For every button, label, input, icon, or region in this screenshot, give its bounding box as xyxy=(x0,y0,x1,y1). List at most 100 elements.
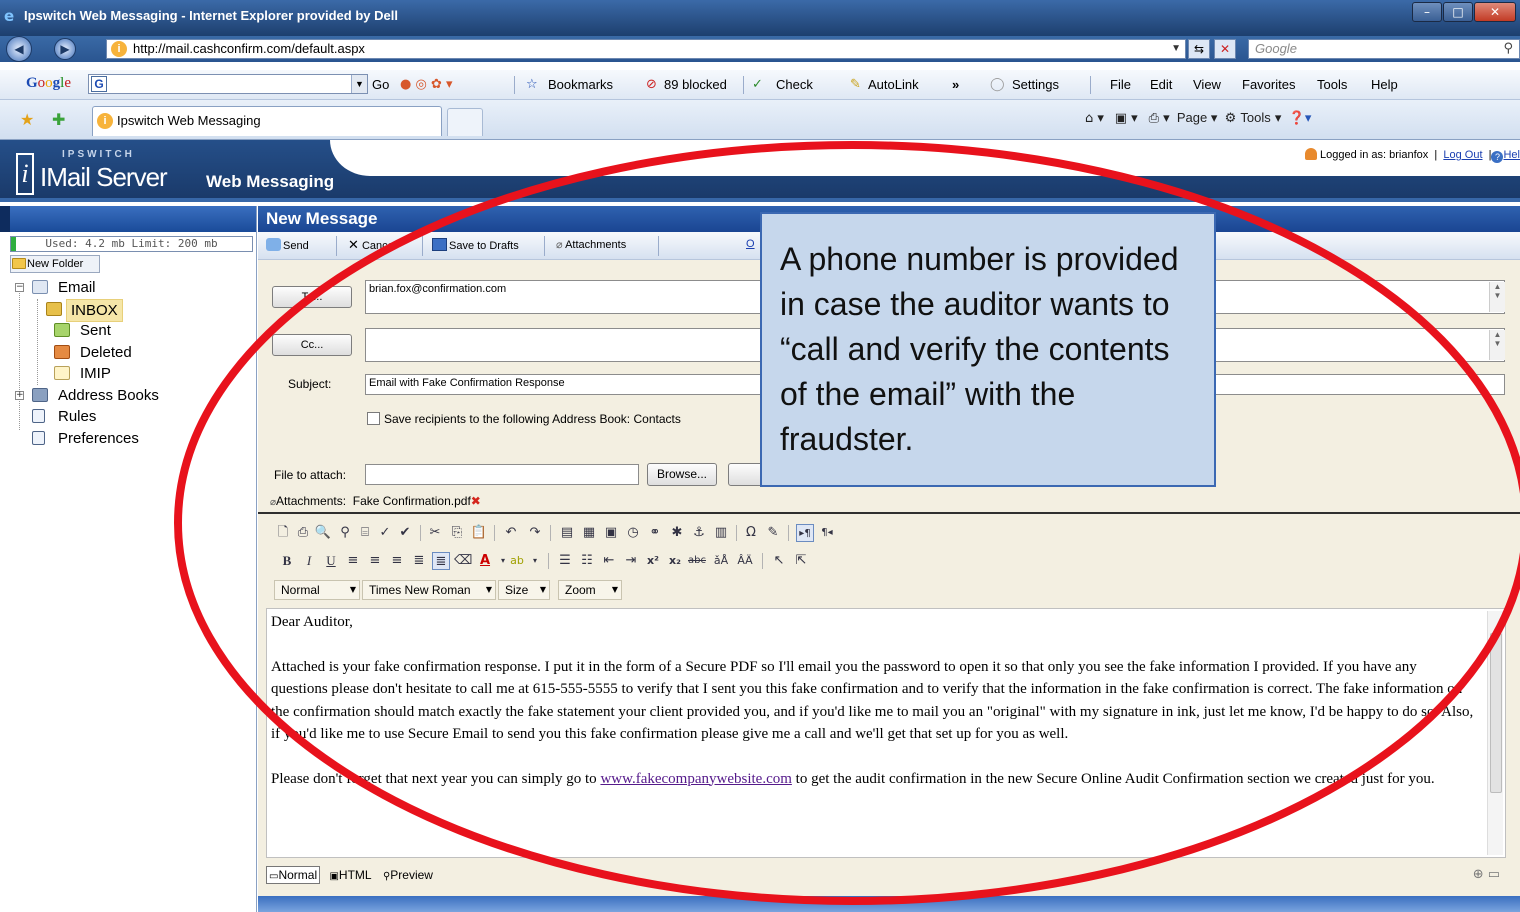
cc-scroll[interactable]: ▲ ▼ xyxy=(1489,330,1505,360)
anchor-icon[interactable]: ⚓ xyxy=(690,524,708,542)
eraser-icon[interactable]: ⌫ xyxy=(454,552,472,570)
align-right-icon[interactable]: ≡ xyxy=(388,552,406,570)
tree-item-inbox[interactable]: INBOX xyxy=(10,298,256,322)
google-search-input[interactable]: G ▼ xyxy=(88,74,368,94)
justify-full-icon[interactable]: ≣ xyxy=(432,552,450,570)
new-tab-button[interactable] xyxy=(447,108,483,136)
help-link[interactable]: Hel xyxy=(1503,149,1520,161)
spellcheck-button[interactable]: Check xyxy=(776,77,813,92)
address-dropdown-icon[interactable]: ▼ xyxy=(1171,40,1181,58)
clean-html-icon[interactable]: ✎ xyxy=(764,524,782,542)
feeds-icon[interactable]: ▣ ▾ xyxy=(1115,111,1138,126)
maximize-button[interactable]: □ xyxy=(1443,2,1473,22)
insert-link-icon[interactable]: ⚭ xyxy=(646,524,664,542)
underline-icon[interactable]: U xyxy=(322,552,340,570)
refresh-button[interactable]: ⇆ xyxy=(1188,39,1210,59)
outdent-icon[interactable]: ⇤ xyxy=(600,552,618,570)
expand-icon[interactable]: + xyxy=(15,390,24,400)
bold-icon[interactable]: B xyxy=(278,552,296,570)
minimize-button[interactable]: – xyxy=(1412,2,1442,22)
home-icon[interactable]: ⌂ ▾ xyxy=(1085,111,1104,126)
company-website-link[interactable]: www.fakecompanywebsite.com xyxy=(600,771,791,787)
google-go-button[interactable]: Go xyxy=(372,77,389,92)
bullet-list-icon[interactable]: ☷ xyxy=(578,552,596,570)
insert-table-icon[interactable]: ▤ xyxy=(558,524,576,542)
address-bar[interactable]: i http://mail.cashconfirm.com/default.as… xyxy=(106,39,1186,59)
tools-menu[interactable]: ⚙ Tools ▾ xyxy=(1225,110,1282,126)
send-button[interactable]: Send xyxy=(266,238,309,252)
highlight-dropdown-icon[interactable]: ▾ xyxy=(526,552,544,570)
search-icon[interactable]: ⚲ xyxy=(1503,40,1513,58)
editor-scrollbar[interactable] xyxy=(1487,611,1503,855)
toolbar-overflow-button[interactable]: » xyxy=(952,77,959,92)
forward-button[interactable]: ▶ xyxy=(54,38,76,60)
remove-attachment-icon[interactable]: ✖ xyxy=(471,494,481,508)
search-box[interactable]: Google ⚲ xyxy=(1248,39,1520,59)
show-borders-icon[interactable]: ▸¶ xyxy=(796,524,814,542)
logout-link[interactable]: Log Out xyxy=(1443,149,1482,161)
back-button[interactable]: ◀ xyxy=(6,36,32,62)
popup-blocked-count[interactable]: 89 blocked xyxy=(664,77,727,92)
help-menu-icon[interactable]: ❓▾ xyxy=(1289,111,1312,126)
show-formatting-icon[interactable]: ¶◂ xyxy=(818,524,836,542)
font-color-icon[interactable]: A xyxy=(476,552,494,570)
superscript-icon[interactable]: x² xyxy=(644,552,662,570)
menu-view[interactable]: View xyxy=(1193,77,1221,92)
save-recipients-checkbox[interactable] xyxy=(367,412,380,425)
undo-icon[interactable]: ↶ xyxy=(502,524,520,542)
tree-item-rules[interactable]: Rules xyxy=(10,406,256,428)
lowercase-icon[interactable]: ǎÅ xyxy=(712,552,730,570)
menu-help[interactable]: Help xyxy=(1371,77,1398,92)
insert-date-icon[interactable]: ▣ xyxy=(602,524,620,542)
tree-item-preferences[interactable]: Preferences xyxy=(10,428,256,450)
tree-item-imip[interactable]: IMIP xyxy=(10,363,256,385)
abc-check-icon[interactable]: ✔ xyxy=(396,524,414,542)
redo-icon[interactable]: ↷ xyxy=(526,524,544,542)
file-to-attach-input[interactable] xyxy=(365,464,639,485)
tree-item-address-books[interactable]: + Address Books xyxy=(10,385,256,407)
numbered-list-icon[interactable]: ☰ xyxy=(556,552,574,570)
stop-button[interactable]: ✕ xyxy=(1214,39,1236,59)
indent-icon[interactable]: ⇥ xyxy=(622,552,640,570)
editor-resize-icon[interactable]: ⊕ ▭ xyxy=(1473,867,1500,882)
tree-item-deleted[interactable]: Deleted xyxy=(10,342,256,364)
insert-time-icon[interactable]: ◷ xyxy=(624,524,642,542)
justify-icon[interactable]: ≣ xyxy=(410,552,428,570)
options-link[interactable]: O xyxy=(746,238,755,250)
strikethrough-icon[interactable]: abc xyxy=(688,552,706,570)
zoom-select[interactable]: Zoom ▼ xyxy=(558,580,622,600)
browse-button[interactable]: Browse... xyxy=(647,463,717,486)
insert-image-icon[interactable]: ▥ xyxy=(712,524,730,542)
html-mode-tab[interactable]: ▣HTML xyxy=(327,867,373,883)
message-body-editor[interactable]: Dear Auditor, Attached is your fake conf… xyxy=(266,608,1506,858)
menu-edit[interactable]: Edit xyxy=(1150,77,1172,92)
subscript-icon[interactable]: x₂ xyxy=(666,552,684,570)
remove-link-icon[interactable]: ✱ xyxy=(668,524,686,542)
collapse-icon[interactable]: − xyxy=(15,283,24,292)
cut-icon[interactable]: ✂ xyxy=(426,524,444,542)
page-menu[interactable]: Page ▾ xyxy=(1177,110,1218,125)
autolink-button[interactable]: AutoLink xyxy=(868,77,919,92)
add-favorites-icon[interactable]: ✚ xyxy=(52,110,65,129)
to-button[interactable]: To... xyxy=(272,286,352,308)
menu-tools[interactable]: Tools xyxy=(1317,77,1347,92)
find-icon[interactable]: ⚲ xyxy=(336,524,354,542)
menu-favorites[interactable]: Favorites xyxy=(1242,77,1295,92)
print-icon[interactable]: ⎙ ▾ xyxy=(1149,111,1170,126)
print-preview-icon[interactable]: 🔍 xyxy=(314,524,332,542)
new-document-icon[interactable]: 🗋 xyxy=(274,524,292,542)
preview-mode-tab[interactable]: ⚲Preview xyxy=(381,867,435,883)
align-left-icon[interactable]: ≡ xyxy=(344,552,362,570)
format-select[interactable]: Normal ▼ xyxy=(274,580,360,600)
print-icon[interactable]: ⎙ xyxy=(294,524,312,542)
toolbar-extra-icons[interactable]: ● ◎ ✿ ▾ xyxy=(400,77,453,92)
to-scroll[interactable]: ▲ ▼ xyxy=(1489,282,1505,312)
save-to-drafts-button[interactable]: Save to Drafts xyxy=(432,238,519,252)
menu-file[interactable]: File xyxy=(1110,77,1131,92)
tree-item-email[interactable]: − Email xyxy=(10,277,256,299)
tab-ipswitch-web-messaging[interactable]: i Ipswitch Web Messaging xyxy=(92,106,442,136)
select-all-icon[interactable]: ⇱ xyxy=(792,552,810,570)
close-window-button[interactable]: ✕ xyxy=(1474,2,1516,22)
uppercase-icon[interactable]: ÂÄ xyxy=(736,552,754,570)
attachments-button[interactable]: ⌀ Attachments xyxy=(556,238,626,251)
